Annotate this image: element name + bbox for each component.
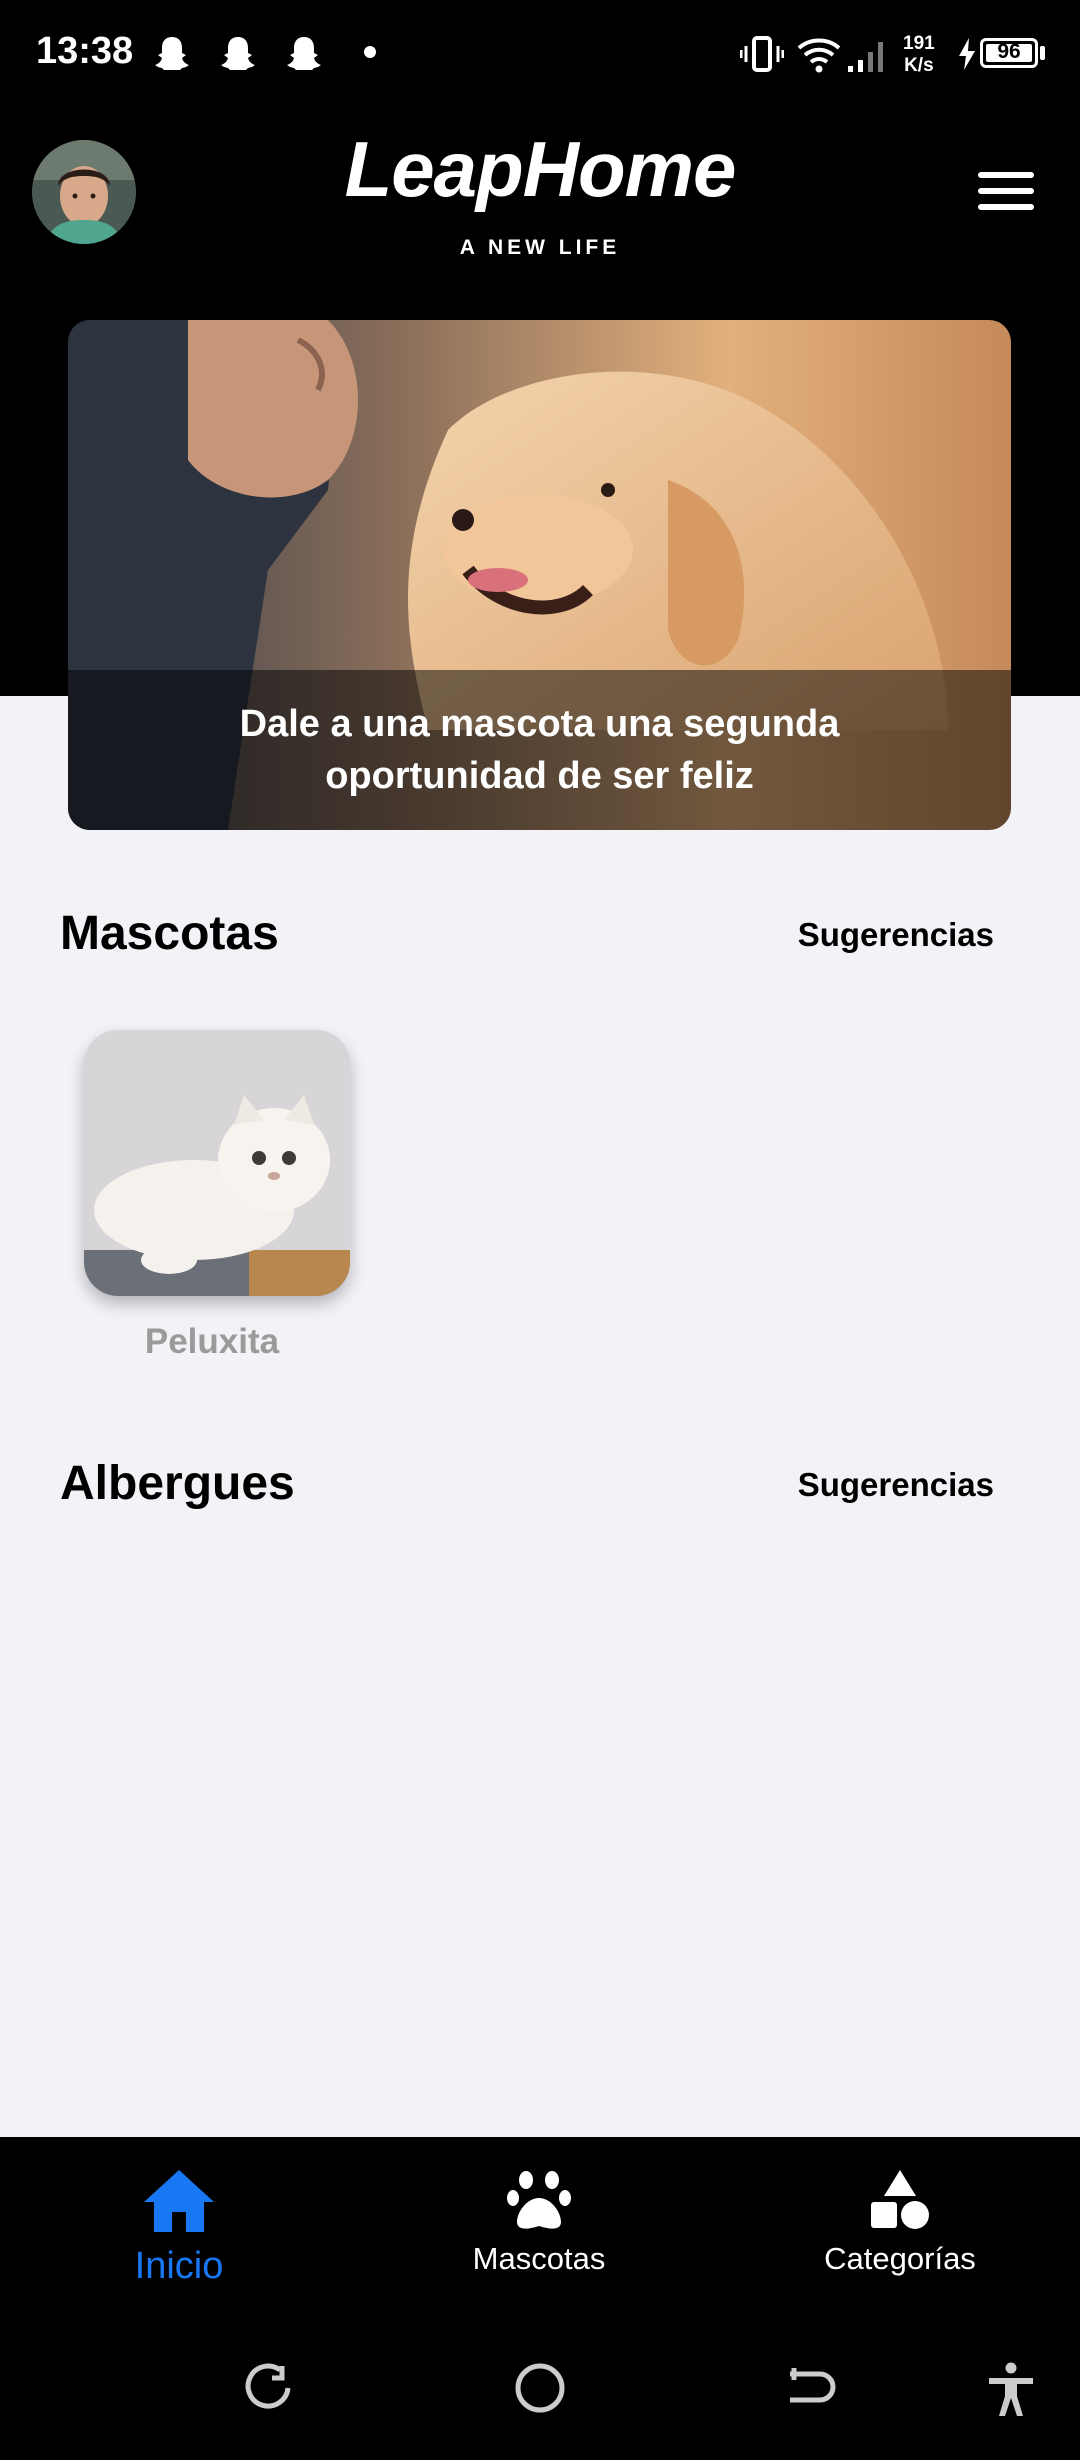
pet-image	[84, 1030, 350, 1296]
pet-name: Peluxita	[144, 1322, 280, 1361]
tab-label: Mascotas	[472, 2241, 606, 2276]
tab-categorias[interactable]: Categorías	[775, 2168, 1025, 2277]
paw-icon	[507, 2171, 571, 2229]
accessibility-icon[interactable]	[985, 2362, 1037, 2418]
hamburger-menu-icon[interactable]	[978, 172, 1034, 212]
pet-card[interactable]	[84, 1030, 350, 1296]
net-speed-unit: K/s	[904, 55, 934, 76]
battery-icon: 96	[980, 38, 1038, 68]
net-speed: 191 K/s	[903, 33, 935, 77]
pets-section-title: Mascotas	[60, 907, 279, 960]
wifi-icon	[797, 38, 841, 73]
vibrate-icon	[740, 36, 784, 72]
app-tagline: A NEW LIFE	[459, 236, 621, 259]
categories-icon	[871, 2170, 929, 2229]
home-icon	[144, 2170, 214, 2232]
battery-level: 96	[997, 40, 1021, 63]
recent-apps-icon[interactable]	[244, 2362, 296, 2414]
tab-inicio[interactable]: Inicio	[54, 2168, 304, 2288]
back-icon[interactable]	[784, 2362, 836, 2414]
home-circle-icon[interactable]	[514, 2362, 566, 2414]
hero-caption: Dale a una mascota una segunda oportunid…	[68, 670, 1011, 830]
shelters-suggestions-link[interactable]: Sugerencias	[798, 1466, 994, 1504]
hero-banner[interactable]: Dale a una mascota una segunda oportunid…	[68, 320, 1011, 830]
battery-tip	[1040, 46, 1045, 60]
tab-label: Inicio	[134, 2245, 224, 2287]
status-time: 13:38	[36, 30, 134, 72]
charging-icon	[959, 38, 975, 70]
signal-icon	[848, 42, 883, 72]
net-speed-value: 191	[903, 33, 935, 54]
avatar[interactable]	[32, 140, 136, 244]
shelters-section-title: Albergues	[60, 1457, 295, 1510]
tab-mascotas[interactable]: Mascotas	[414, 2168, 664, 2277]
snapchat-icon	[155, 37, 189, 70]
tab-label: Categorías	[824, 2241, 976, 2276]
avatar-image	[32, 140, 136, 244]
notification-dot	[364, 46, 376, 58]
snapchat-icon	[221, 37, 255, 70]
pets-suggestions-link[interactable]: Sugerencias	[798, 916, 994, 954]
snapchat-icon	[287, 37, 321, 70]
app-logo: LeapHome	[344, 125, 737, 213]
